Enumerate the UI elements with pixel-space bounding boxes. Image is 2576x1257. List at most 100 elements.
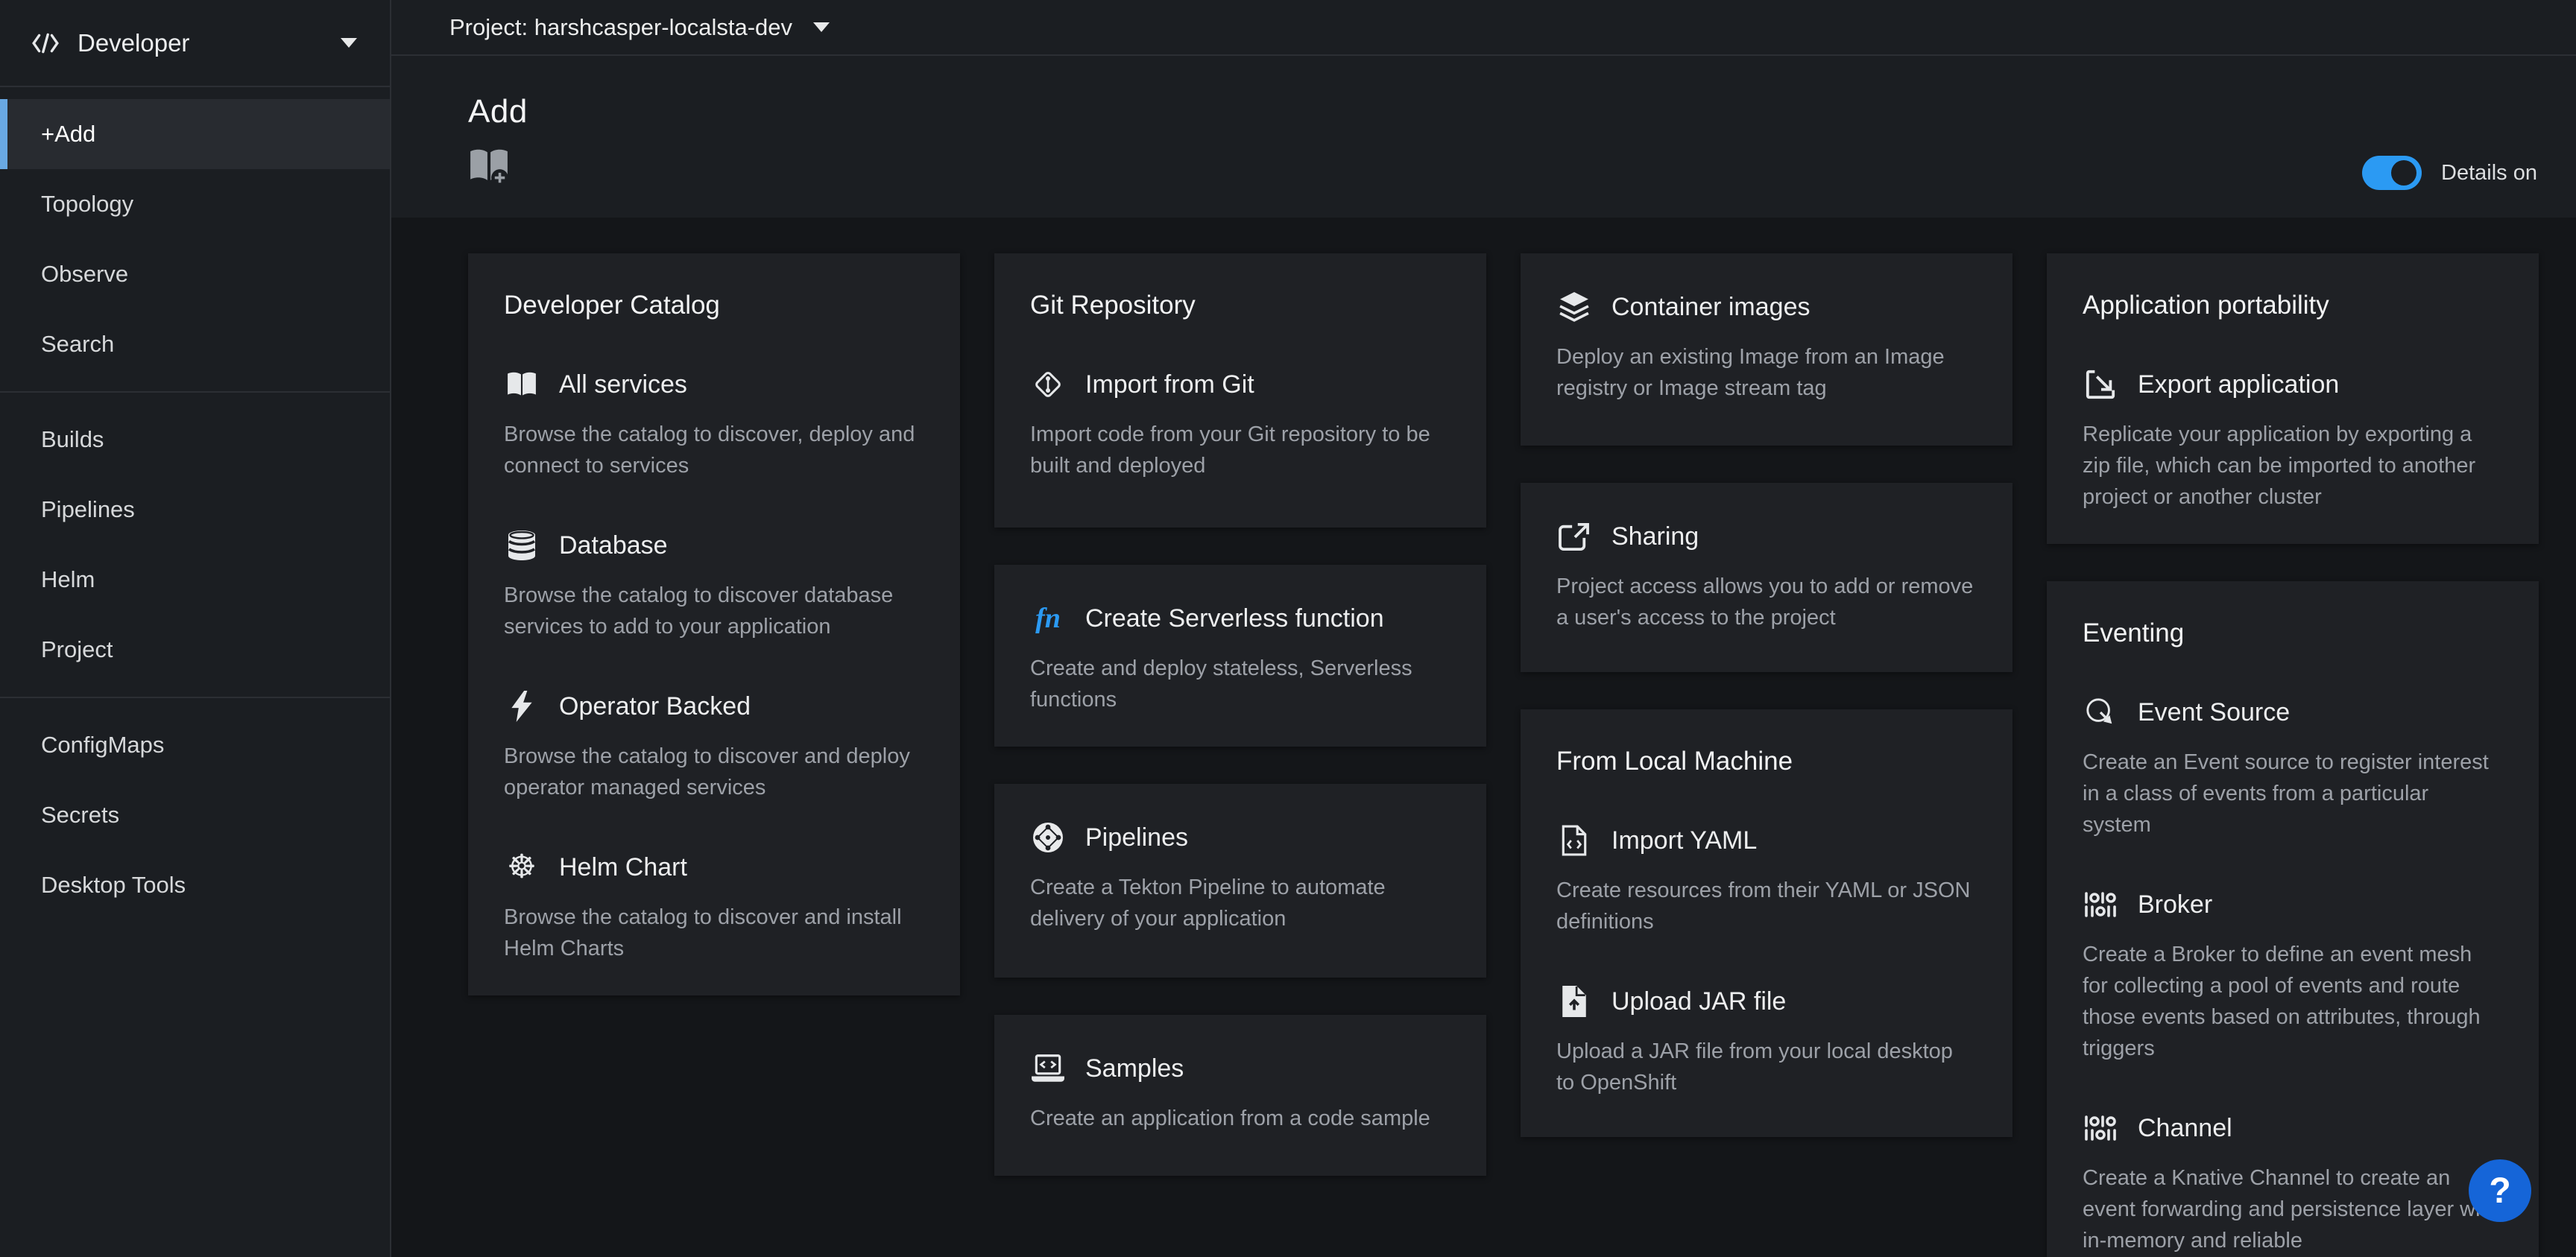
card-from-local-machine: From Local Machine Import YAML Create re… <box>1521 709 2012 1137</box>
item-title[interactable]: Broker <box>2138 890 2212 919</box>
sidebar-item-desktop-tools[interactable]: Desktop Tools <box>0 850 390 920</box>
card-title: From Local Machine <box>1556 747 1977 776</box>
add-item-operator-backed[interactable]: Operator Backed Browse the catalog to di… <box>504 690 924 803</box>
add-item-pipelines[interactable]: Pipelines Create a Tekton Pipeline to au… <box>1030 821 1450 934</box>
sidebar-item-pipelines[interactable]: Pipelines <box>0 475 390 545</box>
export-icon <box>2083 369 2118 400</box>
file-upload-icon <box>1556 986 1592 1017</box>
serverless-fn-icon: fn <box>1030 602 1066 635</box>
open-book-icon <box>504 371 540 398</box>
binary-broker-icon <box>2083 891 2118 918</box>
project-selector[interactable]: Project: harshcasper-localsta-dev <box>449 14 830 41</box>
details-toggle-label: Details on <box>2441 161 2537 186</box>
sidebar-item-builds[interactable]: Builds <box>0 405 390 475</box>
card-column: Container images Deploy an existing Imag… <box>1521 253 2012 1257</box>
item-title[interactable]: All services <box>559 370 687 399</box>
add-item-event-source[interactable]: Event Source Create an Event source to r… <box>2083 696 2503 840</box>
perspective-switcher[interactable]: Developer <box>0 0 390 87</box>
page-title: Add <box>468 56 2576 130</box>
sidebar-item-helm[interactable]: Helm <box>0 545 390 615</box>
sidebar-item-search[interactable]: Search <box>0 309 390 379</box>
perspective-label: Developer <box>78 29 189 57</box>
add-item-helm-chart[interactable]: ☸ Helm Chart Browse the catalog to disco… <box>504 851 924 964</box>
item-title[interactable]: Channel <box>2138 1114 2232 1143</box>
item-description: Browse the catalog to discover database … <box>504 580 924 642</box>
add-item-sharing[interactable]: Sharing Project access allows you to add… <box>1556 520 1977 633</box>
project-selector-label: Project: harshcasper-localsta-dev <box>449 14 792 41</box>
item-title[interactable]: Sharing <box>1611 522 1699 551</box>
add-item-import-from-git[interactable]: Import from Git Import code from your Gi… <box>1030 368 1450 481</box>
item-title[interactable]: Export application <box>2138 370 2339 399</box>
item-title[interactable]: Upload JAR file <box>1611 987 1786 1016</box>
details-toggle-switch[interactable] <box>2362 156 2422 190</box>
lightning-bolt-icon <box>504 691 540 722</box>
item-title[interactable]: Database <box>559 531 668 560</box>
add-page-content: Developer Catalog All services Browse th… <box>391 218 2576 1257</box>
sidebar-item-secrets[interactable]: Secrets <box>0 780 390 850</box>
card-samples: Samples Create an application from a cod… <box>994 1015 1486 1176</box>
help-button[interactable]: ? <box>2469 1159 2531 1222</box>
add-item-database[interactable]: Database Browse the catalog to discover … <box>504 529 924 642</box>
helm-wheel-icon: ☸ <box>504 851 540 884</box>
item-title[interactable]: Operator Backed <box>559 692 751 721</box>
add-item-samples[interactable]: Samples Create an application from a cod… <box>1030 1052 1450 1134</box>
card-container-images: Container images Deploy an existing Imag… <box>1521 253 2012 446</box>
card-serverless-function: fn Create Serverless function Create and… <box>994 565 1486 747</box>
details-toggle-group: Details on <box>2362 156 2537 190</box>
file-code-icon <box>1556 825 1592 856</box>
add-item-container-images[interactable]: Container images Deploy an existing Imag… <box>1556 291 1977 404</box>
sidebar-item-configmaps[interactable]: ConfigMaps <box>0 710 390 780</box>
card-git-repository: Git Repository Import from Git Import co… <box>994 253 1486 528</box>
add-item-create-serverless-function[interactable]: fn Create Serverless function Create and… <box>1030 602 1450 715</box>
item-title[interactable]: Helm Chart <box>559 853 687 882</box>
open-book-plus-icon[interactable] <box>468 147 510 186</box>
card-title: Developer Catalog <box>504 291 924 320</box>
card-title: Eventing <box>2083 618 2503 648</box>
item-description: Create a Knative Channel to create an ev… <box>2083 1162 2503 1256</box>
sidebar: Developer +Add Topology Observe Search B… <box>0 0 391 1257</box>
item-description: Create a Tekton Pipeline to automate del… <box>1030 872 1450 934</box>
binary-channel-icon <box>2083 1115 2118 1142</box>
item-description: Create a Broker to define an event mesh … <box>2083 939 2503 1064</box>
add-item-all-services[interactable]: All services Browse the catalog to disco… <box>504 368 924 481</box>
card-column: Application portability Export applicati… <box>2047 253 2539 1257</box>
item-title[interactable]: Container images <box>1611 293 1810 322</box>
sidebar-item-add[interactable]: +Add <box>0 99 390 169</box>
event-source-icon <box>2083 697 2118 728</box>
item-description: Browse the catalog to discover and insta… <box>504 902 924 964</box>
add-item-broker[interactable]: Broker Create a Broker to define an even… <box>2083 888 2503 1064</box>
sidebar-item-topology[interactable]: Topology <box>0 169 390 239</box>
item-title[interactable]: Create Serverless function <box>1085 604 1384 633</box>
layers-icon <box>1556 291 1592 323</box>
item-title[interactable]: Import YAML <box>1611 826 1757 855</box>
item-title[interactable]: Samples <box>1085 1054 1184 1083</box>
share-icon <box>1556 522 1592 551</box>
item-description: Browse the catalog to discover, deploy a… <box>504 419 924 481</box>
card-title: Application portability <box>2083 291 2503 320</box>
sidebar-item-observe[interactable]: Observe <box>0 239 390 309</box>
add-item-upload-jar-file[interactable]: Upload JAR file Upload a JAR file from y… <box>1556 985 1977 1098</box>
item-title[interactable]: Pipelines <box>1085 823 1188 852</box>
add-item-export-application[interactable]: Export application Replicate your applic… <box>2083 368 2503 513</box>
card-column: Git Repository Import from Git Import co… <box>994 253 1486 1257</box>
card-application-portability: Application portability Export applicati… <box>2047 253 2539 544</box>
item-description: Browse the catalog to discover and deplo… <box>504 741 924 803</box>
item-description: Deploy an existing Image from an Image r… <box>1556 341 1977 404</box>
toggle-knob <box>2391 160 2416 186</box>
add-item-import-yaml[interactable]: Import YAML Create resources from their … <box>1556 824 1977 937</box>
item-title[interactable]: Event Source <box>2138 698 2290 727</box>
item-title[interactable]: Import from Git <box>1085 370 1254 399</box>
card-sharing: Sharing Project access allows you to add… <box>1521 483 2012 672</box>
item-description: Upload a JAR file from your local deskto… <box>1556 1036 1977 1098</box>
git-icon <box>1030 370 1066 399</box>
chevron-down-icon <box>341 38 357 48</box>
add-item-channel[interactable]: Channel Create a Knative Channel to crea… <box>2083 1112 2503 1256</box>
item-description: Create resources from their YAML or JSON… <box>1556 875 1977 937</box>
item-description: Create an Event source to register inter… <box>2083 747 2503 840</box>
card-eventing: Eventing Event Source Create an Event so… <box>2047 581 2539 1257</box>
nav-divider <box>0 391 390 393</box>
main-area: Project: harshcasper-localsta-dev Add De… <box>391 0 2576 1257</box>
item-description: Replicate your application by exporting … <box>2083 419 2503 513</box>
database-icon <box>504 531 540 560</box>
sidebar-item-project[interactable]: Project <box>0 615 390 685</box>
